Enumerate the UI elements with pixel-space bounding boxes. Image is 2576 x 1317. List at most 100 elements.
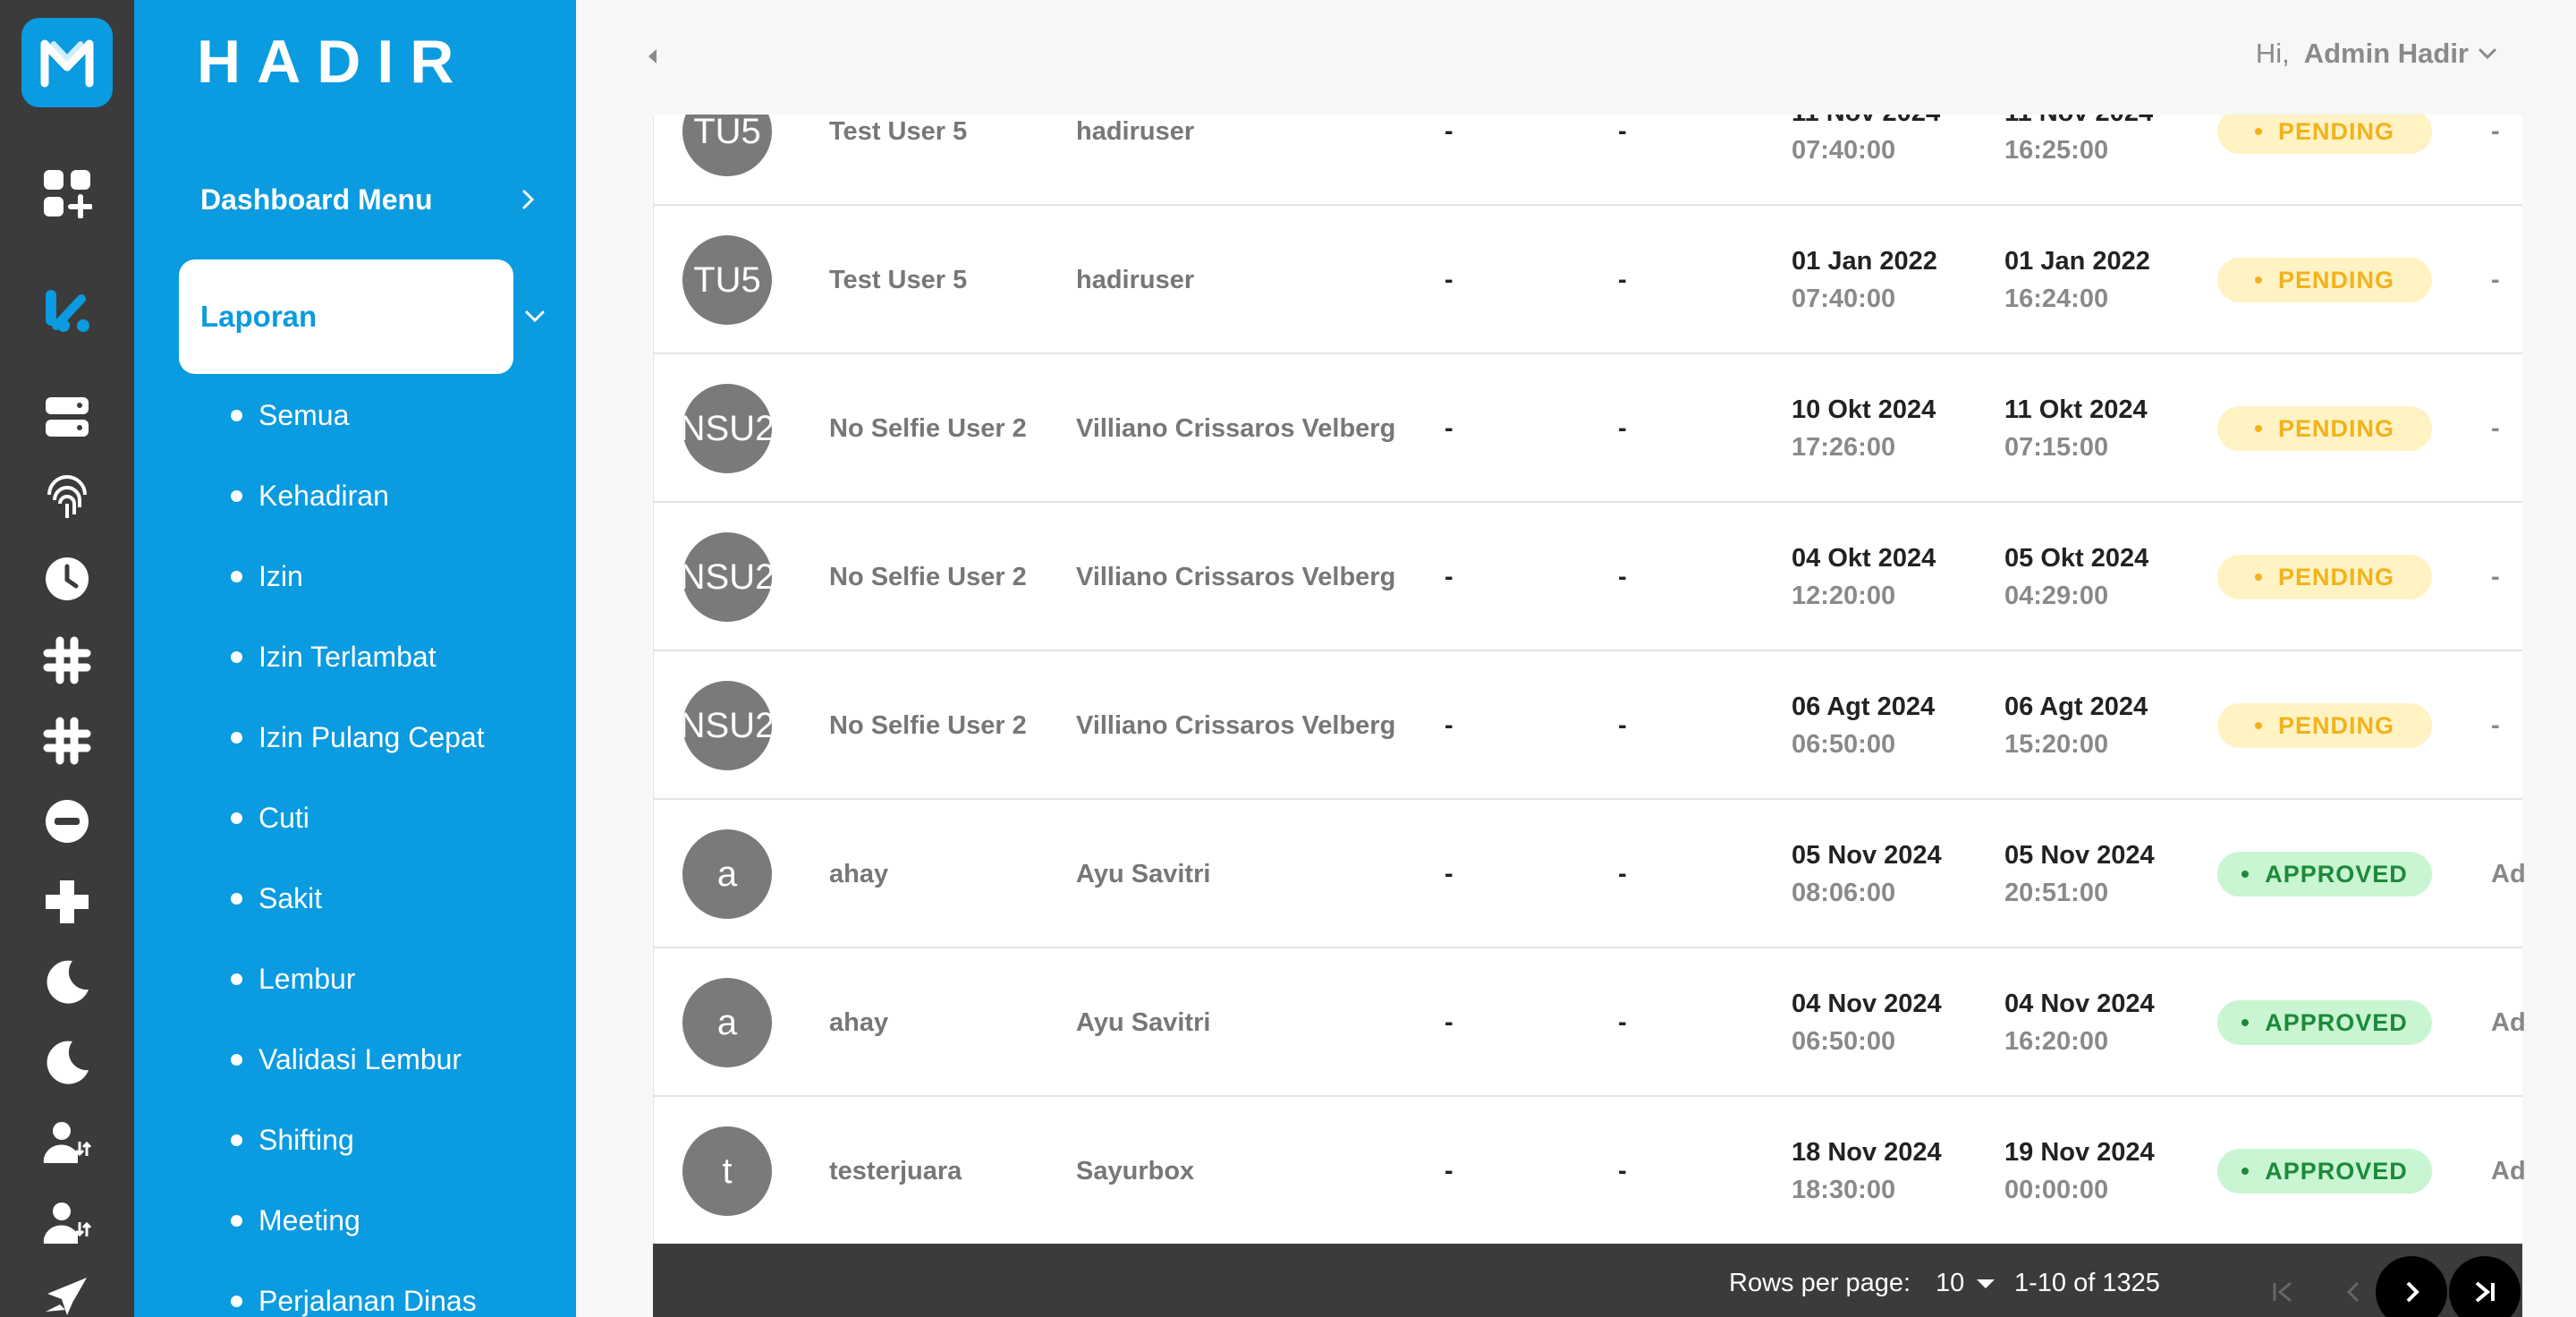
action-cell[interactable]: Ad: [2491, 1097, 2526, 1245]
user-swap-icon[interactable]: [40, 1117, 94, 1170]
dashboard-add-icon[interactable]: [40, 166, 94, 220]
logo-icon: [40, 39, 94, 88]
moon-icon[interactable]: [40, 1036, 94, 1090]
status-text: PENDING: [2277, 117, 2395, 145]
page-range: 1-10 of 1325: [2014, 1269, 2160, 1297]
submenu-semua[interactable]: Semua: [231, 393, 349, 438]
submenu-validasi-lembur[interactable]: Validasi Lembur: [231, 1037, 462, 1082]
plane-icon[interactable]: [40, 1270, 94, 1317]
submenu-cuti[interactable]: Cuti: [231, 795, 309, 840]
last-page-button[interactable]: [2449, 1256, 2521, 1317]
status-text: PENDING: [2277, 711, 2395, 739]
plus-cross-icon[interactable]: [40, 875, 94, 929]
server-icon[interactable]: [40, 390, 94, 444]
full-name-cell: Ayu Savitri: [1076, 859, 1211, 888]
status-dot: [2254, 722, 2262, 729]
status-text: PENDING: [2277, 414, 2395, 442]
username-cell: ahay: [829, 859, 889, 888]
start-datetime: 04 Okt 2024 12:20:00: [1792, 503, 1936, 651]
table-row[interactable]: NSU2 No Selfie User 2 Villiano Crissaros V…: [653, 354, 2522, 503]
table-row[interactable]: t testerjuara Sayurbox - - 18 Nov 2024 18:30:0…: [653, 1097, 2526, 1245]
action-cell[interactable]: -: [2491, 651, 2500, 800]
clock-icon[interactable]: [40, 552, 94, 606]
submenu-izin-terlambat[interactable]: Izin Terlambat: [231, 634, 436, 679]
table-row[interactable]: NSU2 No Selfie User 2 Villiano Crissaros V…: [653, 503, 2522, 651]
empty-cell: -: [1618, 265, 1627, 294]
end-datetime: 05 Nov 2024 20:51:00: [2004, 800, 2155, 948]
action-cell[interactable]: -: [2491, 354, 2500, 503]
table-row[interactable]: a ahay Ayu Savitri - -05 Nov 2024 08:06:00 05 …: [653, 800, 2526, 948]
top-bar: Hi, Admin Hadir: [576, 0, 2576, 115]
end-time: 00:00:00: [2004, 1176, 2109, 1204]
start-date: 01 Jan 2022: [1792, 247, 1937, 276]
submenu-meeting[interactable]: Meeting: [231, 1198, 360, 1243]
empty-cell: -: [1445, 562, 1453, 591]
user-menu[interactable]: Hi, Admin Hadir: [2256, 38, 2499, 70]
report-icon[interactable]: [40, 285, 94, 338]
app-logo[interactable]: [21, 18, 113, 107]
pagination-bar: Rows per page: 10 1-10 of 1325: [653, 1244, 2522, 1317]
empty-cell: -: [1618, 1156, 1627, 1185]
table-row[interactable]: a ahay Ayu Savitri - -04 Nov 2024 06:50:00 04 …: [653, 948, 2526, 1097]
report-table: TU5Test User 5hadiruser--11 Nov 202407:4…: [653, 57, 2526, 1245]
full-name-cell: Sayurbox: [1076, 1156, 1195, 1185]
start-time: 06:50:00: [1792, 1027, 1896, 1056]
end-datetime: 06 Agt 2024 15:20:00: [2004, 651, 2148, 800]
action-cell[interactable]: -: [2491, 206, 2500, 354]
start-datetime: 06 Agt 2024 06:50:00: [1792, 651, 1935, 800]
end-date: 06 Agt 2024: [2004, 692, 2148, 721]
end-datetime: 11 Okt 2024 07:15:00: [2004, 354, 2148, 503]
table-row[interactable]: NSU2 No Selfie User 2 Villiano Crissaros V…: [653, 651, 2522, 800]
empty-cell: -: [1445, 859, 1453, 888]
status-badge: PENDING: [2217, 406, 2432, 451]
submenu-kehadiran[interactable]: Kehadiran: [231, 473, 389, 518]
fingerprint-icon[interactable]: [40, 472, 94, 525]
status-badge: PENDING: [2217, 109, 2432, 154]
avatar: t: [682, 1126, 772, 1216]
submenu-shifting[interactable]: Shifting: [231, 1117, 354, 1162]
empty-cell: -: [1445, 413, 1453, 443]
end-date: 19 Nov 2024: [2004, 1138, 2155, 1167]
status-text: APPROVED: [2265, 1008, 2408, 1036]
hashtag-icon[interactable]: [40, 633, 94, 687]
start-time: 07:40:00: [1792, 285, 1896, 313]
end-date: 11 Okt 2024: [2004, 395, 2148, 424]
submenu-perjalanan-dinas[interactable]: Perjalanan Dinas: [231, 1279, 477, 1317]
user-swap-icon[interactable]: [40, 1197, 94, 1251]
start-date: 06 Agt 2024: [1792, 692, 1936, 721]
end-time: 16:24:00: [2004, 285, 2109, 313]
status-text: APPROVED: [2265, 860, 2408, 888]
action-cell[interactable]: -: [2491, 503, 2500, 651]
submenu-izin-pulang-cepat[interactable]: Izin Pulang Cepat: [231, 715, 485, 760]
empty-cell: -: [1445, 265, 1453, 294]
status-badge: PENDING: [2217, 703, 2432, 748]
avatar: NSU2: [682, 532, 772, 622]
submenu-sakit[interactable]: Sakit: [231, 876, 322, 921]
submenu-izin[interactable]: Izin: [231, 554, 303, 599]
dashboard-menu-item[interactable]: Dashboard Menu: [200, 177, 540, 222]
username-cell: No Selfie User 2: [829, 413, 1027, 443]
moon-icon[interactable]: [40, 956, 94, 1009]
hashtag-icon[interactable]: [40, 714, 94, 768]
laporan-menu-item[interactable]: Laporan: [179, 259, 555, 374]
avatar: NSU2: [682, 681, 772, 770]
table-row[interactable]: TU5 Test User 5 hadiruser - - 01 Jan 2022 07:4…: [653, 206, 2522, 354]
status-badge: APPROVED: [2217, 1000, 2432, 1045]
first-page-button[interactable]: [2247, 1256, 2318, 1317]
avatar: a: [682, 829, 772, 919]
full-name-cell: Villiano Crissaros Velberg: [1076, 562, 1396, 591]
minus-circle-icon[interactable]: [40, 794, 94, 848]
empty-cell: -: [1618, 413, 1627, 443]
action-cell[interactable]: Ad: [2491, 800, 2526, 948]
next-page-button[interactable]: [2376, 1256, 2447, 1317]
start-time: 17:26:00: [1792, 433, 1896, 462]
sidebar-menu: HADIR Dashboard Menu Laporan Semua Kehad…: [134, 0, 576, 1317]
start-date: 04 Okt 2024: [1792, 544, 1936, 573]
end-date: 05 Nov 2024: [2004, 841, 2155, 870]
end-time: 07:15:00: [2004, 433, 2109, 462]
collapse-sidebar-icon[interactable]: [639, 43, 665, 70]
rows-per-page-select[interactable]: 10: [1936, 1269, 1996, 1298]
status-badge: APPROVED: [2217, 852, 2432, 896]
submenu-lembur[interactable]: Lembur: [231, 956, 356, 1001]
action-cell[interactable]: Ad: [2491, 948, 2526, 1097]
